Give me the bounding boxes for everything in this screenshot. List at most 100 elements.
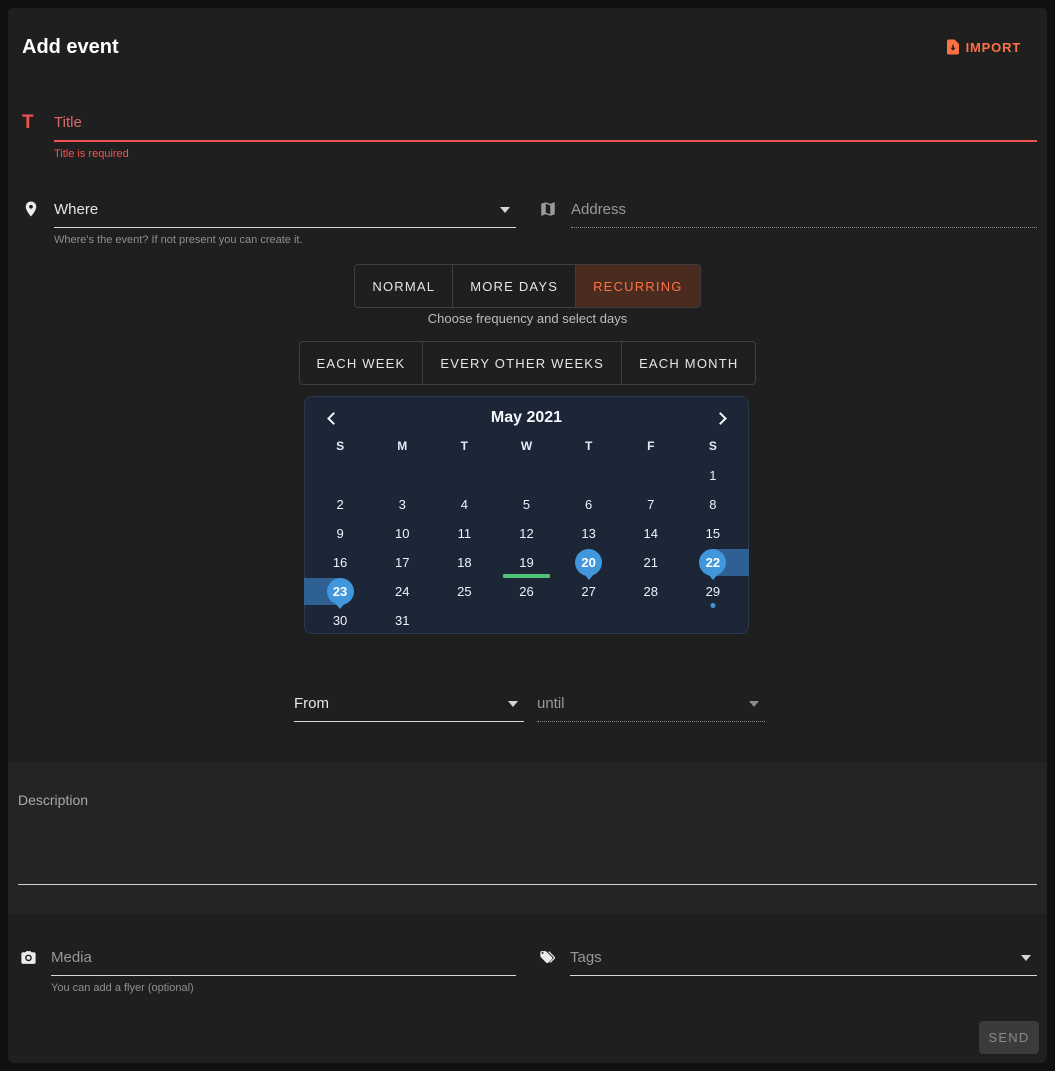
import-button-label: IMPORT (966, 40, 1021, 55)
calendar-day-15[interactable]: 15 (682, 519, 744, 548)
calendar-day-empty (433, 461, 495, 490)
calendar-day-26[interactable]: 26 (495, 577, 557, 606)
where-select-label: Where (54, 201, 98, 218)
media-input[interactable]: Media (51, 946, 516, 975)
from-select[interactable]: From (294, 692, 524, 721)
day-number: 6 (585, 497, 592, 512)
calendar-day-22[interactable]: 22 (682, 548, 744, 577)
calendar-day-headers: SMTWTFS (305, 439, 748, 453)
frequency-caption: Choose frequency and select days (8, 311, 1047, 326)
calendar-day-20[interactable]: 20 (558, 548, 620, 577)
calendar-day-24[interactable]: 24 (371, 577, 433, 606)
chevron-down-icon (508, 701, 518, 707)
from-field[interactable]: From (294, 692, 524, 722)
from-select-label: From (294, 695, 329, 712)
day-number: 5 (523, 497, 530, 512)
day-number: 21 (644, 555, 658, 570)
calendar-day-10[interactable]: 10 (371, 519, 433, 548)
calendar-day-28[interactable]: 28 (620, 577, 682, 606)
day-number: 31 (395, 613, 409, 628)
day-number: 11 (458, 526, 472, 541)
calendar-day-5[interactable]: 5 (495, 490, 557, 519)
title-underline (54, 140, 1037, 142)
calendar-day-18[interactable]: 18 (433, 548, 495, 577)
calendar-day-1[interactable]: 1 (682, 461, 744, 490)
where-underline (54, 227, 516, 228)
calendar-day-31[interactable]: 31 (371, 606, 433, 635)
calendar-day-23[interactable]: 23 (309, 577, 371, 606)
tab-recurring[interactable]: RECURRING (575, 265, 700, 307)
tags-underline (570, 975, 1037, 976)
calendar-day-empty (371, 461, 433, 490)
calendar-day-header: T (558, 439, 620, 453)
where-select[interactable]: Where (54, 198, 516, 227)
calendar-day-6[interactable]: 6 (558, 490, 620, 519)
tags-field[interactable]: Tags (538, 946, 1037, 976)
day-number: 18 (457, 555, 471, 570)
calendar-day-empty (495, 606, 557, 635)
calendar-day-empty (620, 461, 682, 490)
day-number: 3 (399, 497, 406, 512)
calendar-day-header: S (682, 439, 744, 453)
until-select[interactable]: until (537, 692, 765, 721)
calendar-day-29[interactable]: 29 (682, 577, 744, 606)
description-input[interactable]: Description (18, 792, 88, 808)
description-section: Description (8, 762, 1047, 914)
tags-select-label: Tags (570, 949, 602, 966)
calendar-day-17[interactable]: 17 (371, 548, 433, 577)
day-number: 15 (706, 526, 720, 541)
calendar-day-4[interactable]: 4 (433, 490, 495, 519)
tab-every-other-weeks[interactable]: EVERY OTHER WEEKS (422, 342, 621, 384)
send-button[interactable]: SEND (979, 1021, 1039, 1054)
until-select-label: until (537, 695, 565, 712)
calendar: May 2021 SMTWTFS 12345678910111213141516… (304, 396, 749, 634)
calendar-day-empty (620, 606, 682, 635)
tab-each-month[interactable]: EACH MONTH (621, 342, 755, 384)
calendar-day-7[interactable]: 7 (620, 490, 682, 519)
calendar-day-27[interactable]: 27 (558, 577, 620, 606)
next-month-button[interactable] (710, 407, 734, 429)
title-text-icon: T (22, 113, 46, 132)
calendar-day-14[interactable]: 14 (620, 519, 682, 548)
calendar-day-header: W (495, 439, 557, 453)
tab-normal[interactable]: NORMAL (355, 265, 452, 307)
day-number: 2 (336, 497, 343, 512)
calendar-day-13[interactable]: 13 (558, 519, 620, 548)
calendar-day-empty (495, 461, 557, 490)
day-number: 8 (709, 497, 716, 512)
day-number: 29 (706, 584, 720, 599)
calendar-day-11[interactable]: 11 (433, 519, 495, 548)
title-field[interactable]: T Title Title is required (22, 111, 1037, 160)
tags-icon (538, 948, 562, 967)
tab-each-week[interactable]: EACH WEEK (300, 342, 423, 384)
file-download-icon (944, 38, 962, 56)
map-icon (539, 200, 563, 218)
import-button[interactable]: IMPORT (944, 38, 1021, 56)
calendar-day-16[interactable]: 16 (309, 548, 371, 577)
calendar-day-2[interactable]: 2 (309, 490, 371, 519)
calendar-day-19[interactable]: 19 (495, 548, 557, 577)
event-type-tab-group: NORMALMORE DAYSRECURRING (354, 264, 700, 308)
prev-month-button[interactable] (319, 407, 343, 429)
day-number: 14 (644, 526, 658, 541)
where-field[interactable]: Where Where's the event? If not present … (22, 198, 516, 246)
title-input[interactable]: Title (54, 111, 1037, 140)
tab-more-days[interactable]: MORE DAYS (452, 265, 575, 307)
calendar-day-12[interactable]: 12 (495, 519, 557, 548)
calendar-day-9[interactable]: 9 (309, 519, 371, 548)
tags-select[interactable]: Tags (570, 946, 1037, 975)
address-input[interactable]: Address (571, 198, 1037, 227)
chevron-down-icon (749, 701, 759, 707)
calendar-day-empty (558, 461, 620, 490)
day-number: 9 (336, 526, 343, 541)
calendar-day-8[interactable]: 8 (682, 490, 744, 519)
calendar-day-3[interactable]: 3 (371, 490, 433, 519)
calendar-day-header: F (620, 439, 682, 453)
day-number: 10 (395, 526, 409, 541)
calendar-day-header: S (309, 439, 371, 453)
calendar-day-25[interactable]: 25 (433, 577, 495, 606)
calendar-day-21[interactable]: 21 (620, 548, 682, 577)
calendar-day-30[interactable]: 30 (309, 606, 371, 635)
selected-day-marker: 22 (699, 549, 726, 576)
media-field[interactable]: Media You can add a flyer (optional) (19, 946, 516, 994)
